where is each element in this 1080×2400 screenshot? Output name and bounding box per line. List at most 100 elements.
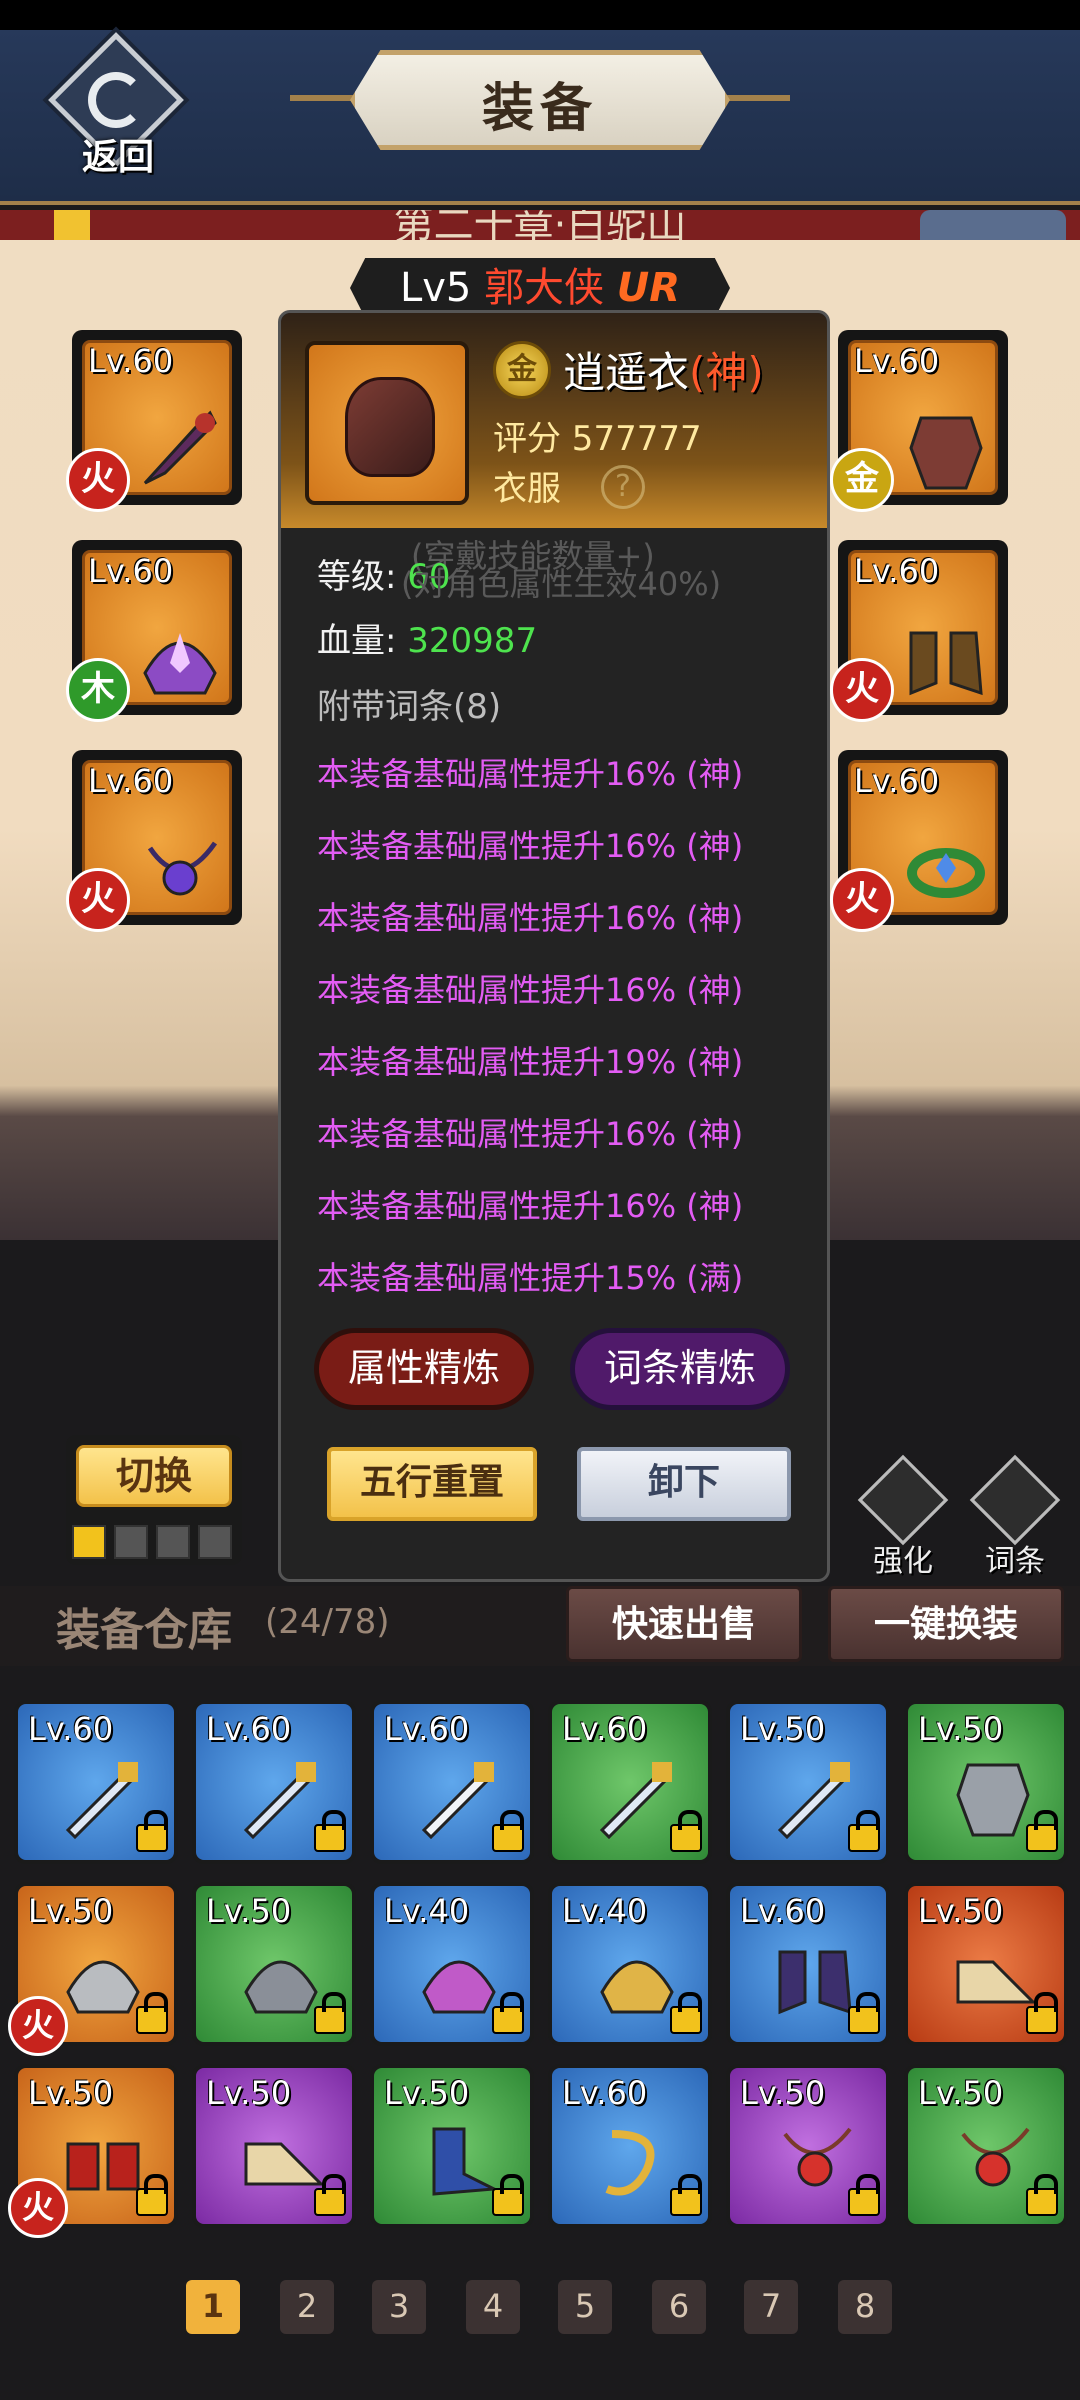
sword-icon <box>143 410 217 485</box>
enhance-button[interactable]: 强化 <box>857 1454 949 1579</box>
item-level: Lv.50 <box>740 1710 826 1748</box>
warehouse-item[interactable]: Lv.50 <box>726 1700 890 1864</box>
warehouse-item[interactable]: Lv.50 <box>192 1882 356 2046</box>
affix-line: 本装备基础属性提升16% (神) <box>317 1187 744 1225</box>
page-button-1[interactable]: 1 <box>186 2280 240 2334</box>
item-level: Lv.50 <box>206 1892 292 1930</box>
warehouse-item[interactable]: Lv.50 <box>904 1882 1068 2046</box>
attribute-refine-button[interactable]: 属性精炼 <box>319 1333 529 1405</box>
item-level: Lv.40 <box>384 1892 470 1930</box>
helmet-icon <box>143 633 217 695</box>
hp-value: 320987 <box>407 621 538 661</box>
equip-slot-helmet[interactable]: Lv.60 木 <box>66 540 242 722</box>
loadout-dot-active[interactable] <box>72 1525 106 1559</box>
equipment-detail-popup: 金 逍遥衣(神) 评分 577777 衣服 ? (穿戴技能数量+) 等级: 60… <box>278 310 830 1582</box>
warehouse-item[interactable]: Lv.60 <box>370 1700 534 1864</box>
equip-slot-boots[interactable]: Lv.60 火 <box>830 540 1008 722</box>
sword-icon <box>421 1762 494 1840</box>
warehouse-count: (24/78) <box>265 1602 390 1642</box>
sword-icon <box>243 1762 316 1840</box>
lock-icon <box>314 1992 346 2034</box>
affix-refine-button[interactable]: 词条精炼 <box>575 1333 785 1405</box>
warehouse-item[interactable]: Lv.50 <box>904 2064 1068 2228</box>
boots-icon <box>244 2142 325 2186</box>
page-button-5[interactable]: 5 <box>558 2280 612 2334</box>
warehouse-item[interactable]: Lv.50 <box>192 2064 356 2228</box>
lock-icon <box>492 2174 524 2216</box>
item-level: Lv.50 <box>740 2074 826 2112</box>
equip-slot-armor[interactable]: Lv.60 金 <box>830 330 1008 512</box>
warehouse-item[interactable]: Lv.60 <box>192 1700 356 1864</box>
page-button-3[interactable]: 3 <box>372 2280 426 2334</box>
detail-item-icon <box>305 341 469 505</box>
lock-icon <box>670 2174 702 2216</box>
warehouse-item[interactable]: Lv.60 <box>548 1700 712 1864</box>
boots-icon <box>66 2142 140 2191</box>
fire-element-icon: 火 <box>66 868 130 932</box>
equip-slot-necklace[interactable]: Lv.60 火 <box>66 750 242 932</box>
warehouse-item[interactable]: Lv.50 火 <box>8 2064 178 2238</box>
loadout-dot[interactable] <box>198 1525 232 1559</box>
warehouse-item[interactable]: Lv.50 火 <box>8 1882 178 2056</box>
lock-icon <box>848 2174 880 2216</box>
slot-level: Lv.60 <box>88 762 174 800</box>
lock-icon <box>1026 2174 1058 2216</box>
lock-icon <box>136 2174 168 2216</box>
loadout-dot[interactable] <box>114 1525 148 1559</box>
lock-icon <box>848 1810 880 1852</box>
five-elements-reset-button[interactable]: 五行重置 <box>327 1447 537 1521</box>
page-button-7[interactable]: 7 <box>744 2280 798 2334</box>
boots-icon <box>432 2127 500 2196</box>
necklace-icon <box>147 841 218 896</box>
slot-level: Lv.60 <box>854 552 940 590</box>
slot-level: Lv.60 <box>854 342 940 380</box>
loadout-dot[interactable] <box>156 1525 190 1559</box>
unequip-button[interactable]: 卸下 <box>577 1447 791 1521</box>
hero-title: 郭大侠 <box>484 265 605 311</box>
back-icon <box>88 72 144 128</box>
item-level: Lv.50 <box>28 2074 114 2112</box>
hp-stat: 血量: 320987 <box>317 613 537 662</box>
sword-icon <box>777 1762 850 1840</box>
page-button-6[interactable]: 6 <box>652 2280 706 2334</box>
warehouse-item[interactable]: Lv.60 <box>14 1700 178 1864</box>
one-click-equip-button[interactable]: 一键换装 <box>828 1586 1064 1662</box>
page-button-8[interactable]: 8 <box>838 2280 892 2334</box>
page-button-2[interactable]: 2 <box>280 2280 334 2334</box>
item-level: Lv.50 <box>918 1892 1004 1930</box>
warehouse-item[interactable]: Lv.60 <box>548 2064 712 2228</box>
warehouse-item[interactable]: Lv.40 <box>370 1882 534 2046</box>
warehouse-item[interactable]: Lv.50 <box>370 2064 534 2228</box>
chapter-arrow-icon[interactable] <box>54 210 90 240</box>
helmet-icon <box>422 1960 496 2014</box>
item-level: Lv.60 <box>562 2074 648 2112</box>
lock-icon <box>1026 1992 1058 2034</box>
switch-button[interactable]: 切换 <box>76 1445 232 1507</box>
warehouse-item[interactable]: Lv.50 <box>904 1700 1068 1864</box>
gold-element-icon: 金 <box>830 448 894 512</box>
equip-slot-ring[interactable]: Lv.60 火 <box>830 750 1008 932</box>
lock-icon <box>314 1810 346 1852</box>
warehouse-item[interactable]: Lv.60 <box>726 1882 890 2046</box>
page-title: 装备 <box>481 78 598 139</box>
item-level: Lv.60 <box>28 1710 114 1748</box>
hp-label: 血量: <box>317 621 397 661</box>
boots-icon <box>956 1960 1037 2004</box>
fire-element-icon: 火 <box>66 448 130 512</box>
help-icon[interactable]: ? <box>601 465 645 509</box>
equip-slot-weapon[interactable]: Lv.60 火 <box>66 330 242 512</box>
warehouse-item[interactable]: Lv.50 <box>726 2064 890 2228</box>
affix-button[interactable]: 词条 <box>969 1454 1061 1579</box>
sword-icon <box>599 1762 672 1840</box>
affix-line: 本装备基础属性提升16% (神) <box>317 1115 744 1153</box>
back-button[interactable]: 返回 <box>40 32 190 190</box>
quick-sell-button[interactable]: 快速出售 <box>566 1586 802 1662</box>
item-level: Lv.40 <box>562 1892 648 1930</box>
warehouse-title: 装备仓库 <box>56 1605 232 1656</box>
warehouse-item[interactable]: Lv.40 <box>548 1882 712 2046</box>
menu-icon[interactable] <box>920 210 1066 240</box>
loadout-switch[interactable]: 切换 <box>66 1435 242 1565</box>
item-level: Lv.50 <box>918 1710 1004 1748</box>
page-button-4[interactable]: 4 <box>466 2280 520 2334</box>
item-type: 衣服 <box>493 469 561 509</box>
